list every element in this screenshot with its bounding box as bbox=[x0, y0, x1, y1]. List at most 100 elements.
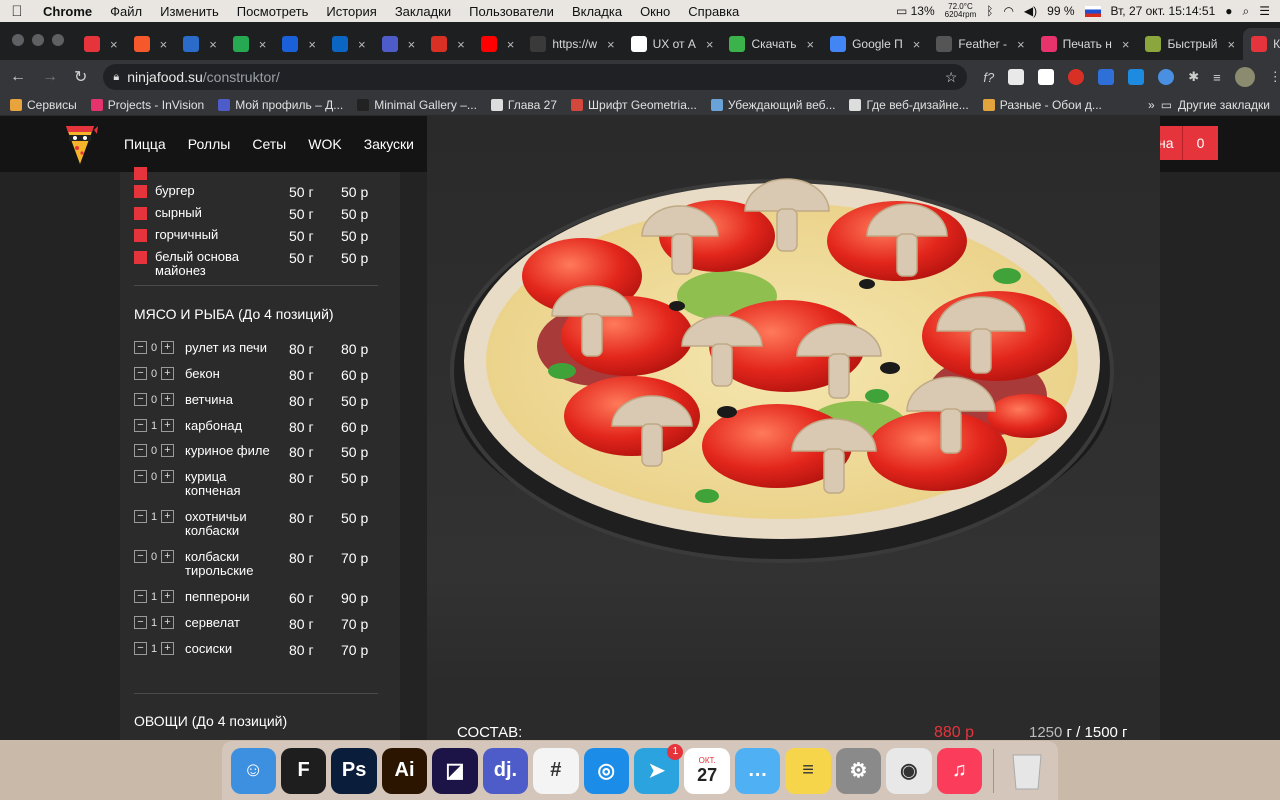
increment-button[interactable]: + bbox=[161, 590, 174, 603]
site-nav-link[interactable]: Пицца bbox=[124, 136, 166, 152]
menu-bookmarks[interactable]: Закладки bbox=[386, 4, 460, 19]
quantity-stepper[interactable]: −0 + bbox=[134, 470, 174, 483]
minimize-window-button[interactable] bbox=[32, 34, 44, 46]
decrement-button[interactable]: − bbox=[134, 470, 147, 483]
sauce-checkbox[interactable] bbox=[134, 207, 147, 220]
forward-icon[interactable]: → bbox=[42, 68, 58, 86]
increment-button[interactable]: + bbox=[161, 393, 174, 406]
tab-close-icon[interactable]: × bbox=[308, 37, 316, 52]
tab-close-icon[interactable]: × bbox=[408, 37, 416, 52]
spotlight-icon[interactable]: ⌕ bbox=[1243, 4, 1250, 19]
bookmark-item[interactable]: Мой профиль – Д... bbox=[218, 98, 343, 112]
tab[interactable]: Google П × bbox=[822, 29, 928, 59]
decrement-button[interactable]: − bbox=[134, 616, 147, 629]
quantity-stepper[interactable]: −0 + bbox=[134, 550, 174, 563]
tab[interactable]: Печать н × bbox=[1033, 29, 1138, 59]
dock-dribbble-icon[interactable]: dj. bbox=[482, 747, 529, 794]
menu-edit[interactable]: Изменить bbox=[151, 4, 228, 19]
quantity-stepper[interactable]: −1 + bbox=[134, 510, 174, 523]
tab[interactable]: × bbox=[473, 29, 523, 59]
quantity-stepper[interactable]: −1 + bbox=[134, 590, 174, 603]
increment-button[interactable]: + bbox=[161, 616, 174, 629]
battery-small-icon[interactable]: ▭ 13% bbox=[896, 4, 935, 18]
tab-close-icon[interactable]: × bbox=[607, 37, 615, 52]
tab[interactable]: × bbox=[126, 29, 176, 59]
tab[interactable]: https://w × bbox=[522, 29, 622, 59]
dock-safari-icon[interactable]: ◎ bbox=[583, 747, 629, 794]
lock-icon[interactable]: 🔒︎ bbox=[113, 71, 119, 84]
increment-button[interactable]: + bbox=[161, 367, 174, 380]
increment-button[interactable]: + bbox=[161, 642, 174, 655]
menu-history[interactable]: История bbox=[317, 4, 385, 19]
site-nav-link[interactable]: WOK bbox=[308, 136, 341, 152]
decrement-button[interactable]: − bbox=[134, 590, 147, 603]
volume-icon[interactable]: ◀) bbox=[1024, 4, 1037, 18]
site-nav-link[interactable]: Роллы bbox=[188, 136, 231, 152]
sauce-row[interactable]: белый основа майонез 50 г 50 р bbox=[134, 250, 384, 278]
site-nav-link[interactable]: Закуски bbox=[364, 136, 414, 152]
tab-close-icon[interactable]: × bbox=[507, 37, 515, 52]
sauce-checkbox[interactable] bbox=[134, 167, 147, 180]
bookmark-item[interactable]: Шрифт Geometria... bbox=[571, 98, 697, 112]
sauce-row[interactable]: бургер 50 г 50 р bbox=[134, 184, 384, 200]
tab-close-icon[interactable]: × bbox=[209, 37, 217, 52]
extension-ruler-icon[interactable] bbox=[1038, 69, 1055, 85]
sauce-checkbox[interactable] bbox=[134, 251, 147, 264]
wifi-icon[interactable]: ◠ bbox=[1003, 4, 1013, 18]
address-bar[interactable]: 🔒︎ ninjafood.su/construktor/ ☆ bbox=[103, 64, 968, 90]
increment-button[interactable]: + bbox=[161, 510, 174, 523]
decrement-button[interactable]: − bbox=[134, 444, 147, 457]
tab[interactable]: Скачать × bbox=[721, 29, 822, 59]
bookmark-item[interactable]: Projects - InVision bbox=[90, 98, 204, 112]
dock-after-effects-icon[interactable]: ◪ bbox=[432, 747, 478, 794]
quantity-stepper[interactable]: −0 + bbox=[134, 444, 174, 457]
tab[interactable]: Быстрый × bbox=[1137, 29, 1243, 59]
reading-list-icon[interactable]: ≡ bbox=[1213, 70, 1221, 85]
dock-photoshop-icon[interactable]: Ps bbox=[331, 747, 377, 794]
reload-icon[interactable]: ↻ bbox=[74, 67, 87, 87]
bookmark-item[interactable]: Разные - Обои д... bbox=[982, 98, 1102, 112]
tab[interactable]: × bbox=[76, 29, 126, 59]
increment-button[interactable]: + bbox=[161, 470, 174, 483]
bluetooth-icon[interactable]: ᛒ bbox=[986, 4, 993, 18]
tab[interactable]: × bbox=[374, 29, 424, 59]
dock-telegram-icon[interactable]: ➤ 1 bbox=[634, 743, 684, 794]
tab-close-icon[interactable]: × bbox=[358, 37, 366, 52]
tab[interactable]: UX от А × bbox=[623, 29, 722, 59]
increment-button[interactable]: + bbox=[161, 341, 174, 354]
decrement-button[interactable]: − bbox=[134, 550, 147, 563]
increment-button[interactable]: + bbox=[161, 444, 174, 457]
bookmark-item[interactable]: Сервисы bbox=[10, 98, 77, 112]
decrement-button[interactable]: − bbox=[134, 510, 147, 523]
back-icon[interactable]: ← bbox=[10, 68, 26, 86]
quantity-stepper[interactable]: −0 + bbox=[134, 393, 174, 406]
decrement-button[interactable]: − bbox=[134, 642, 147, 655]
bookmark-star-icon[interactable]: ☆ bbox=[945, 69, 958, 86]
tab-close-icon[interactable]: × bbox=[457, 37, 465, 52]
bookmark-item[interactable]: Убеждающий веб... bbox=[710, 98, 835, 112]
zoom-window-button[interactable] bbox=[52, 34, 64, 46]
dock-notes-icon[interactable]: ≡ bbox=[785, 747, 831, 794]
extension-fx-icon[interactable]: f? bbox=[983, 70, 994, 85]
menu-tab[interactable]: Вкладка bbox=[563, 4, 631, 19]
temperature-widget[interactable]: 72.0°C 6204rpm bbox=[945, 3, 977, 19]
ninja-logo-icon[interactable] bbox=[62, 122, 98, 166]
quantity-stepper[interactable]: −1 + bbox=[134, 642, 174, 655]
apple-icon[interactable]:  bbox=[0, 3, 34, 20]
sauce-row[interactable]: горчичный 50 г 50 р bbox=[134, 228, 384, 244]
tab-active[interactable]: Констру× bbox=[1243, 28, 1280, 60]
dock-finder-icon[interactable]: ☺ bbox=[230, 747, 276, 794]
user-icon[interactable]: ● bbox=[1225, 4, 1232, 18]
site-nav-link[interactable]: Сеты bbox=[252, 136, 286, 152]
increment-button[interactable]: + bbox=[161, 550, 174, 563]
tab-close-icon[interactable]: × bbox=[1122, 37, 1130, 52]
dock-calendar-icon[interactable]: ОКТ. 27 bbox=[684, 747, 730, 794]
more-menu-icon[interactable]: ⋮ bbox=[1269, 69, 1280, 85]
extension-download-icon[interactable] bbox=[1158, 69, 1175, 85]
bookmark-item[interactable]: Minimal Gallery –... bbox=[357, 98, 477, 112]
quantity-stepper[interactable]: −0 + bbox=[134, 367, 174, 380]
tab-close-icon[interactable]: × bbox=[1227, 37, 1235, 52]
dock-music-icon[interactable]: ♫ bbox=[936, 747, 983, 794]
bookmark-item[interactable]: Глава 27 bbox=[490, 98, 557, 112]
decrement-button[interactable]: − bbox=[134, 367, 147, 380]
